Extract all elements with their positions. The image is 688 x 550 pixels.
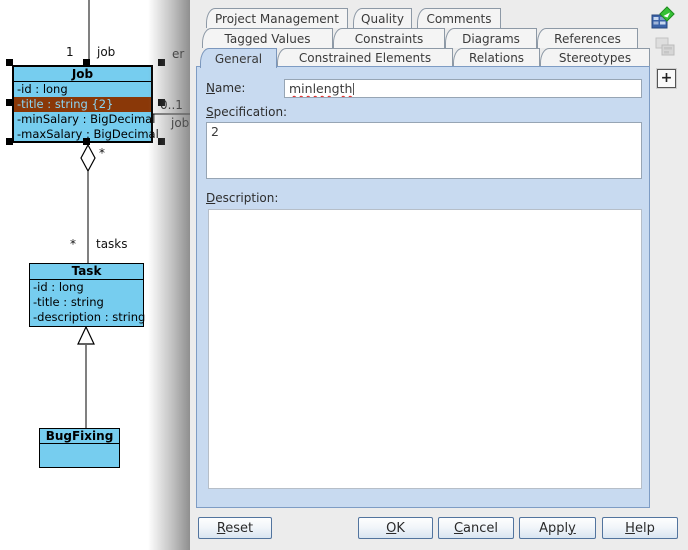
tab-tagged-values[interactable]: Tagged Values xyxy=(202,28,333,48)
assoc-right-partial-label: er xyxy=(172,47,184,61)
attribute-row[interactable]: -minSalary : BigDecimal xyxy=(14,112,151,127)
attribute-row[interactable]: -id : long xyxy=(30,280,143,295)
tab-constrained-elements[interactable]: Constrained Elements xyxy=(277,48,453,66)
assoc-top-role: job xyxy=(97,45,115,59)
tab-general[interactable]: General xyxy=(200,48,277,68)
name-label: Name: xyxy=(206,81,245,95)
tab-row-3: General Constrained Elements Relations S… xyxy=(190,48,688,66)
tab-stereotypes[interactable]: Stereotypes xyxy=(540,48,650,66)
selection-handle[interactable] xyxy=(158,59,165,66)
aggregation-multiplicity: * xyxy=(99,146,105,160)
properties-panel: Project Management Quality Comments Tagg… xyxy=(190,0,688,550)
class-job-name: Job xyxy=(14,67,151,82)
tab-label: Constrained Elements xyxy=(299,51,431,65)
copy-disabled-icon xyxy=(653,36,677,58)
general-tab-panel: Name: minlength Specification: 2 Descrip… xyxy=(196,66,650,508)
tab-label: Diagrams xyxy=(462,32,520,46)
tab-row-1: Project Management Quality Comments xyxy=(190,8,688,28)
selection-handle[interactable] xyxy=(83,138,90,145)
tab-label: References xyxy=(554,32,621,46)
tasks-role: tasks xyxy=(96,237,128,251)
description-textarea[interactable] xyxy=(208,209,642,489)
tab-label: Project Management xyxy=(215,12,339,26)
reset-button[interactable]: Reset xyxy=(198,517,272,539)
help-button[interactable]: Help xyxy=(602,517,678,539)
attribute-row[interactable]: -title : string xyxy=(30,295,143,310)
name-input[interactable]: minlength xyxy=(284,79,642,98)
selection-handle[interactable] xyxy=(6,99,13,106)
class-job[interactable]: Job -id : long -title : string {2} -minS… xyxy=(12,65,153,143)
name-value: minlength xyxy=(289,81,352,96)
specification-value: 2 xyxy=(211,124,219,139)
tab-label: Quality xyxy=(361,12,404,26)
tab-constraints[interactable]: Constraints xyxy=(333,28,445,48)
tab-diagrams[interactable]: Diagrams xyxy=(445,28,537,48)
new-value-icon[interactable] xyxy=(650,5,676,31)
text-caret xyxy=(353,83,354,95)
apply-button[interactable]: Apply xyxy=(519,517,596,539)
tab-quality[interactable]: Quality xyxy=(353,8,412,28)
generalization-arrow-icon xyxy=(78,327,94,344)
assoc-top-multiplicity: 1 xyxy=(66,45,74,59)
class-task-name: Task xyxy=(30,264,143,280)
tab-label: General xyxy=(215,52,262,66)
assoc-right-role: job xyxy=(171,116,189,130)
tab-label: Relations xyxy=(469,51,524,65)
tab-label: Comments xyxy=(426,12,491,26)
description-label: Description: xyxy=(206,191,278,205)
tab-label: Stereotypes xyxy=(559,51,631,65)
tab-row-2: Tagged Values Constraints Diagrams Refer… xyxy=(190,28,688,48)
class-task[interactable]: Task -id : long -title : string -descrip… xyxy=(29,263,144,327)
specification-label: Specification: xyxy=(206,105,287,119)
tab-relations[interactable]: Relations xyxy=(453,48,540,66)
selection-handle[interactable] xyxy=(6,138,13,145)
class-bugfixing[interactable]: BugFixing xyxy=(39,428,120,468)
class-bugfixing-name: BugFixing xyxy=(40,429,119,444)
attribute-row[interactable]: -description : string xyxy=(30,310,143,325)
plus-icon: + xyxy=(661,70,673,86)
tab-project-management[interactable]: Project Management xyxy=(206,8,348,28)
tab-comments[interactable]: Comments xyxy=(417,8,501,28)
attribute-row[interactable]: -id : long xyxy=(14,82,151,97)
selection-handle[interactable] xyxy=(158,99,165,106)
specification-textarea[interactable]: 2 xyxy=(206,122,642,179)
tab-label: Tagged Values xyxy=(225,32,311,46)
selection-handle[interactable] xyxy=(83,59,90,66)
aggregation-diamond-icon xyxy=(81,145,95,171)
ok-button[interactable]: OK xyxy=(358,517,433,539)
cancel-button[interactable]: Cancel xyxy=(438,517,514,539)
tab-label: Constraints xyxy=(355,32,423,46)
expand-button[interactable]: + xyxy=(657,69,676,88)
application-window: 1 job er 0..1 job * * tasks Job -id : lo… xyxy=(0,0,688,550)
selection-handle[interactable] xyxy=(6,59,13,66)
selection-handle[interactable] xyxy=(158,138,165,145)
tab-references[interactable]: References xyxy=(537,28,638,48)
attribute-row-selected[interactable]: -title : string {2} xyxy=(14,97,151,112)
tasks-multiplicity: * xyxy=(70,237,76,251)
uml-diagram-canvas[interactable]: 1 job er 0..1 job * * tasks Job -id : lo… xyxy=(0,0,190,550)
